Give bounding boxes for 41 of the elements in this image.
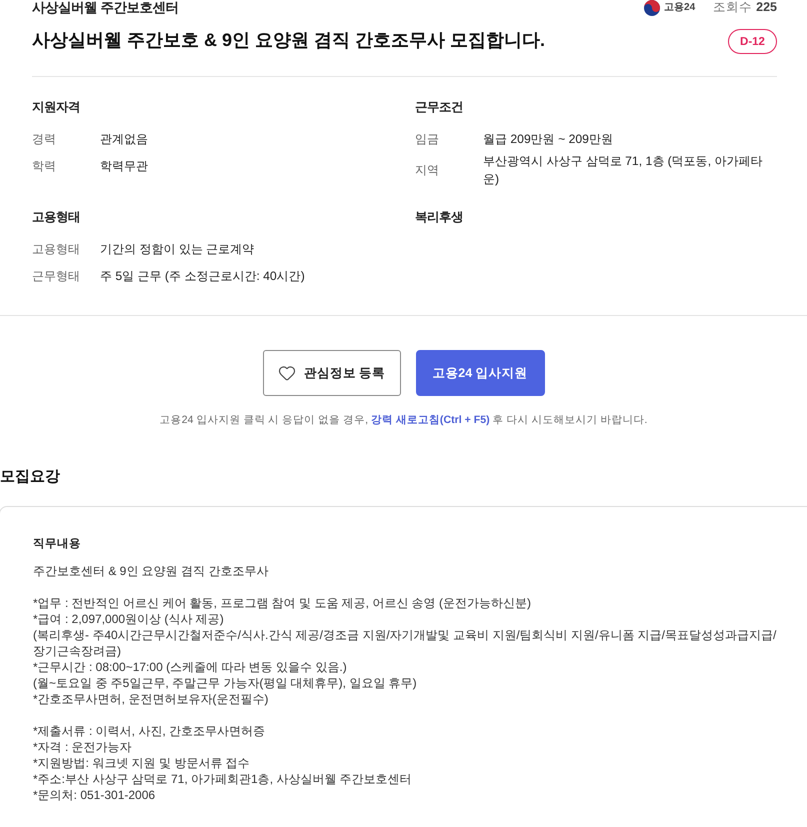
condition-value: 월급 209만원 ~ 209만원 [483,130,614,148]
heart-icon [278,364,296,382]
condition-value: 학력무관 [100,158,149,174]
condition-value: 부산광역시 사상구 삼덕로 71, 1층 (덕포동, 아가페타운) [483,153,764,188]
notice-text: 고용24 입사지원 클릭 시 응답이 없을 경우, 강력 새로고침(Ctrl + F5) 후 다시 시도해보시기 바랍니다. [160,413,648,428]
condition-label: 임금 [415,130,440,148]
section-title: 모집요강 [0,467,61,487]
condition-label: 지역 [415,162,440,179]
views-count: 225 [756,0,777,15]
deadline-badge: D-12 [728,29,777,54]
condition-value: 기간의 정함이 있는 근로계약 [100,240,256,258]
condition-value: 주 5일 근무 (주 소정근로시간: 40시간) [100,268,306,284]
views-label: 조회수 [713,0,752,15]
bookmark-button[interactable]: 관심정보 등록 [262,350,400,396]
description-line: *주소:부산 사상구 삼덕로 71, 아가페회관1층, 사상실버웰 주간보호센터 [33,771,413,787]
description-line: (복리후생- 주40시간근무시간철저준수/식사.간식 제공/경조금 지원/자기개발및 교육비 지원/팀회식비 지원/유니폼 지급/목표달성성과급지급/장기근속장려금) [33,627,778,659]
description-line: (월~토요일 중 주5일근무, 주말근무 가능자(평일 대체휴무), 일요일 휴무) [33,675,418,691]
condition-label: 경력 [32,130,57,148]
description-line: *지원방법: 워크넷 지원 및 방문서류 접수 [33,755,251,771]
description-line: *간호조무사면허, 운전면허보유자(운전필수) [33,691,270,707]
description-line: 주간보호센터 & 9인 요양원 겸직 간호조무사 [33,563,270,579]
condition-heading: 고용형태 [32,210,81,225]
description-line: *문의처: 051-301-2006 [33,787,156,803]
company-name: 사상실버웰 주간보호센터 [32,0,179,15]
description-line: *제출서류 : 이력서, 사진, 간호조무사면허증 [33,723,266,739]
condition-heading: 복리후생 [415,210,464,225]
source-logo-text: 고용24 [664,0,696,14]
condition-heading: 근무조건 [415,100,464,115]
condition-heading: 지원자격 [32,100,81,115]
description-line: *자격 : 운전가능자 [33,739,133,755]
condition-label: 고용형태 [32,240,81,258]
apply-button[interactable]: 고용24 입사지원 [416,350,544,396]
condition-label: 학력 [32,158,57,174]
job-title: 사상실버웰 주간보호 & 9인 요양원 겸직 간호조무사 모집합니다. [32,29,546,52]
description-heading: 직무내용 [33,537,82,552]
taegeuk-logo-icon [644,0,660,16]
condition-value: 관계없음 [100,130,149,148]
condition-label: 근무형태 [32,268,81,284]
description-line: *급여 : 2,097,000원이상 (식사 제공) [33,611,225,627]
description-line: *업무 : 전반적인 어르신 케어 활동, 프로그램 참여 및 도움 제공, 어르신 송영 (운전가능하신분) [33,595,532,611]
description-line: *근무시간 : 08:00~17:00 (스케줄에 따라 변동 있을수 있음.) [33,659,348,675]
